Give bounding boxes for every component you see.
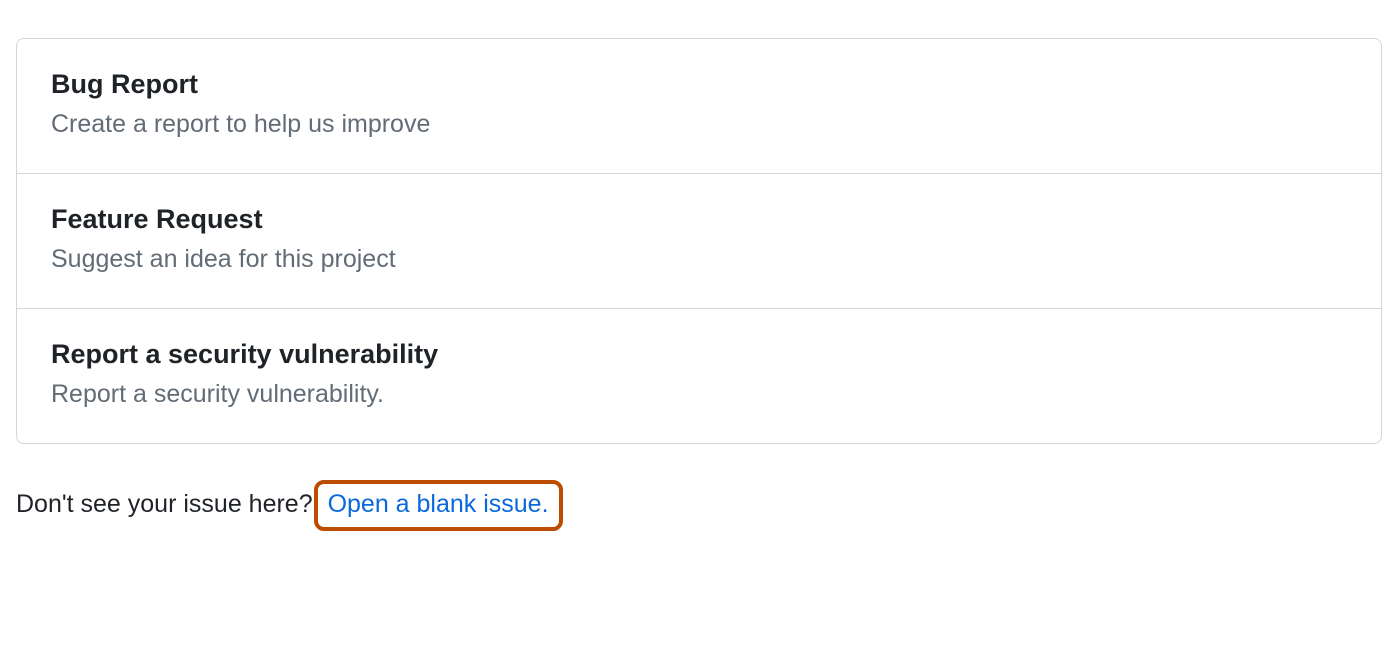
template-list: Bug Report Create a report to help us im… <box>16 38 1382 444</box>
template-description: Create a report to help us improve <box>51 110 1347 139</box>
template-description: Report a security vulnerability. <box>51 380 1347 409</box>
template-title: Bug Report <box>51 69 1347 100</box>
footer-prompt-text: Don't see your issue here? <box>16 490 313 518</box>
issue-template-chooser: Bug Report Create a report to help us im… <box>0 38 1398 531</box>
open-blank-issue-link[interactable]: Open a blank issue. <box>314 480 563 531</box>
template-title: Report a security vulnerability <box>51 339 1347 370</box>
template-item-bug-report[interactable]: Bug Report Create a report to help us im… <box>17 39 1381 174</box>
template-title: Feature Request <box>51 204 1347 235</box>
template-item-feature-request[interactable]: Feature Request Suggest an idea for this… <box>17 174 1381 309</box>
template-item-security-vulnerability[interactable]: Report a security vulnerability Report a… <box>17 309 1381 443</box>
template-description: Suggest an idea for this project <box>51 245 1347 274</box>
footer-prompt-row: Don't see your issue here? Open a blank … <box>16 480 1382 531</box>
